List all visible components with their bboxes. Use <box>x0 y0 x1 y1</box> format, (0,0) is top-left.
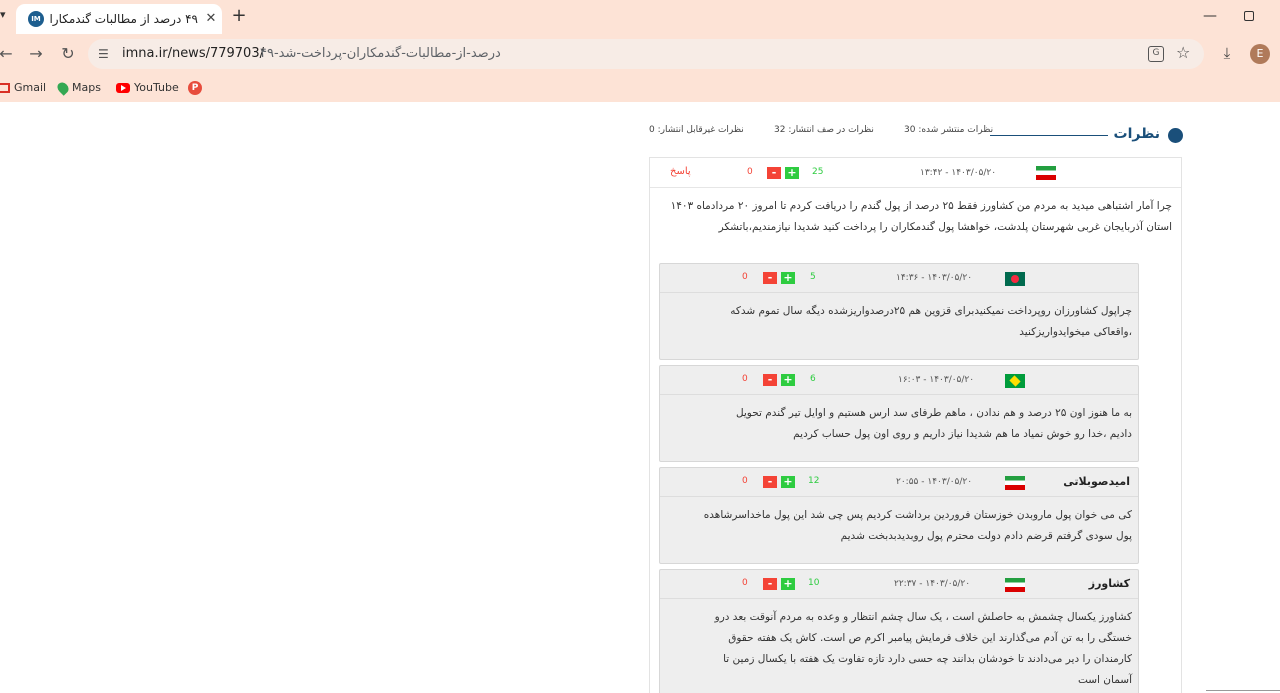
reply-header: امیدصوبلاتی ۱۴۰۳/۰۵/۲۰ - ۲۰:۵۵ 12 + - 0 <box>660 468 1138 497</box>
dislike-count: 0 <box>742 374 748 384</box>
heading-underline <box>990 135 1108 136</box>
like-button[interactable]: + <box>781 578 795 590</box>
reply-header: ۱۴۰۳/۰۵/۲۰ - ۱۴:۳۶ 5 + - 0 <box>660 264 1138 293</box>
bookmark-gmail[interactable]: Gmail <box>0 79 46 97</box>
reply-author: کشاورز <box>1088 577 1130 590</box>
iran-flag-icon <box>1005 476 1025 490</box>
site-favicon-icon: IM <box>28 11 44 27</box>
comments-bullet-icon <box>1168 128 1183 143</box>
translate-icon[interactable]: G <box>1148 46 1164 62</box>
reply-body: کشاورز یکسال چشمش به حاصلش است ، یک سال … <box>714 611 1132 686</box>
reply-header: ۱۴۰۳/۰۵/۲۰ - ۱۶:۰۳ 6 + - 0 <box>660 366 1138 395</box>
like-count: 10 <box>808 578 820 588</box>
reply-header: کشاورز ۱۴۰۳/۰۵/۲۰ - ۲۲:۳۷ 10 + - 0 <box>660 570 1138 599</box>
forward-arrow-icon[interactable]: → <box>26 44 46 64</box>
reply-link[interactable]: پاسخ <box>670 166 691 177</box>
dislike-button[interactable]: - <box>767 167 781 179</box>
reply-comment: ۱۴۰۳/۰۵/۲۰ - ۱۴:۳۶ 5 + - 0 چراپول کشاورز… <box>659 263 1139 360</box>
dislike-count: 0 <box>742 272 748 282</box>
queue-count: نظرات در صف انتشار: 32 <box>774 125 874 135</box>
unpublishable-count: نظرات غیرقابل انتشار: 0 <box>649 125 744 135</box>
iran-flag-icon <box>1005 578 1025 592</box>
dislike-button[interactable]: - <box>763 374 777 386</box>
page-content: نظرات نظرات منتشر شده: 30 نظرات در صف ان… <box>0 102 1280 693</box>
reply-comment: ۱۴۰۳/۰۵/۲۰ - ۱۶:۰۳ 6 + - 0 به ما هنوز او… <box>659 365 1139 462</box>
comment-header: ۱۴۰۳/۰۵/۲۰ - ۱۳:۴۲ 25 + - 0 پاسخ <box>650 158 1181 188</box>
dislike-button[interactable]: - <box>763 476 777 488</box>
tab-strip: ▾ IM ۴۹ درصد از مطالبات گندمکاران پرداخت… <box>0 0 1280 34</box>
download-icon[interactable]: ⤓ <box>1218 44 1236 64</box>
comment-date: ۱۴۰۳/۰۵/۲۰ - ۱۳:۴۲ <box>920 168 997 178</box>
reply-comment: امیدصوبلاتی ۱۴۰۳/۰۵/۲۰ - ۲۰:۵۵ 12 + - 0 … <box>659 467 1139 564</box>
comment-body: چرا آمار اشتباهی میدید به مردم من کشاورز… <box>670 200 1172 233</box>
gmail-icon <box>0 83 10 93</box>
dislike-count: 0 <box>747 167 753 177</box>
minimize-window-icon[interactable]: — <box>1202 8 1218 24</box>
reply-date: ۱۴۰۳/۰۵/۲۰ - ۲۰:۵۵ <box>896 477 973 487</box>
tab-search-chevron-icon[interactable]: ▾ <box>0 8 14 26</box>
reply-body: به ما هنوز اون ۲۵ درصد و هم ندادن ، ماهم… <box>735 407 1132 440</box>
bookmark-star-icon[interactable]: ☆ <box>1176 43 1194 63</box>
reply-body: کی می خوان پول ماروبدن خوزستان فروردین ب… <box>703 509 1132 542</box>
new-tab-button[interactable]: + <box>230 7 248 27</box>
profile-avatar[interactable]: E <box>1250 44 1270 64</box>
reload-icon[interactable]: ↻ <box>58 44 78 64</box>
reply-date: ۱۴۰۳/۰۵/۲۰ - ۱۴:۳۶ <box>896 273 973 283</box>
site-settings-icon[interactable]: ☰ <box>98 47 112 61</box>
comment-thread: ۱۴۰۳/۰۵/۲۰ - ۱۳:۴۲ 25 + - 0 پاسخ چرا آما… <box>649 157 1182 693</box>
like-button[interactable]: + <box>781 476 795 488</box>
like-button[interactable]: + <box>781 272 795 284</box>
maps-pin-icon <box>55 80 71 96</box>
youtube-icon <box>116 83 130 93</box>
reply-date: ۱۴۰۳/۰۵/۲۰ - ۲۲:۳۷ <box>894 579 971 589</box>
like-button[interactable]: + <box>781 374 795 386</box>
comments-heading: نظرات <box>1113 126 1160 142</box>
reply-date: ۱۴۰۳/۰۵/۲۰ - ۱۶:۰۳ <box>898 375 975 385</box>
dislike-count: 0 <box>742 476 748 486</box>
iran-flag-icon <box>1036 166 1056 180</box>
brazil-flag-icon <box>1005 374 1025 388</box>
active-tab[interactable]: IM ۴۹ درصد از مطالبات گندمکاران پرداخت ش… <box>16 4 222 34</box>
maximize-window-icon[interactable] <box>1241 8 1257 24</box>
dislike-count: 0 <box>742 578 748 588</box>
published-count: نظرات منتشر شده: 30 <box>904 125 994 135</box>
address-bar[interactable]: ☰ imna.ir/news/779703/ ۴۹-درصد-از-مطالبا… <box>88 39 1204 69</box>
like-count: 5 <box>810 272 816 282</box>
reply-author: امیدصوبلاتی <box>1063 475 1130 488</box>
bookmark-p[interactable]: P <box>188 79 206 97</box>
like-count: 12 <box>808 476 820 486</box>
p-logo-icon: P <box>188 81 202 95</box>
reply-comment: کشاورز ۱۴۰۳/۰۵/۲۰ - ۲۲:۳۷ 10 + - 0 کشاور… <box>659 569 1139 693</box>
browser-toolbar: ← → ↻ ☰ imna.ir/news/779703/ ۴۹-درصد-از-… <box>0 34 1280 74</box>
url-host: imna.ir/news/779703/ <box>122 46 264 61</box>
dislike-button[interactable]: - <box>763 578 777 590</box>
bookmarks-bar: Gmail Maps YouTube P <box>0 74 1280 102</box>
tab-title: ۴۹ درصد از مطالبات گندمکاران پرداخت شد <box>50 12 198 26</box>
bangladesh-flag-icon <box>1005 272 1025 286</box>
dislike-button[interactable]: - <box>763 272 777 284</box>
like-count: 6 <box>810 374 816 384</box>
like-count: 25 <box>812 167 824 177</box>
url-path: ۴۹-درصد-از-مطالبات-گندمکاران-پرداخت-شد <box>260 46 501 61</box>
reply-body: چراپول کشاورزان روپرداخت نمیکنیدبرای قزو… <box>730 305 1132 338</box>
close-tab-icon[interactable]: ✕ <box>202 10 220 28</box>
back-arrow-icon[interactable]: ← <box>0 44 16 64</box>
like-button[interactable]: + <box>785 167 799 179</box>
bookmark-youtube[interactable]: YouTube <box>116 79 179 97</box>
bookmark-maps[interactable]: Maps <box>55 79 101 97</box>
